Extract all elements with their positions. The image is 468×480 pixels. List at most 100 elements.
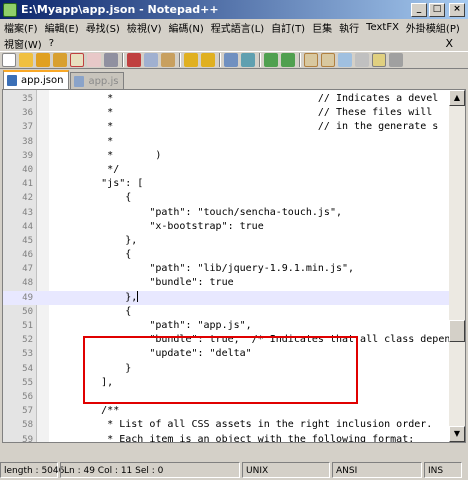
tab-app-js[interactable]: app.js <box>70 72 125 89</box>
line-number: 47 <box>22 264 33 275</box>
undo-icon[interactable] <box>184 53 198 67</box>
menu-textfx[interactable]: TextFX <box>366 22 399 33</box>
line-number: 54 <box>22 363 33 374</box>
line-number: 57 <box>22 406 33 417</box>
redo-icon[interactable] <box>201 53 215 67</box>
line-number: 43 <box>22 207 33 218</box>
line-text: { <box>53 249 132 261</box>
line-number: 48 <box>22 278 33 289</box>
scroll-down-arrow-icon[interactable]: ▼ <box>449 426 465 442</box>
line-number: 51 <box>22 321 33 331</box>
close-file-icon[interactable] <box>70 53 84 67</box>
line-number: 55 <box>22 377 33 388</box>
text-caret <box>137 291 139 303</box>
sync-scroll-v-icon[interactable] <box>304 53 318 67</box>
close-button[interactable]: × <box>449 2 465 17</box>
code-line: 37 * // in the generate s <box>3 120 449 134</box>
status-insert-mode: INS <box>424 462 462 478</box>
copy-icon[interactable] <box>144 53 158 67</box>
line-number: 46 <box>22 250 33 261</box>
toolbar-separator <box>179 53 181 67</box>
menu-macro[interactable]: 巨集 <box>312 20 332 35</box>
code-line: 47 "path": "lib/jquery-1.9.1.min.js", <box>3 262 449 276</box>
code-line: 59 * Each item is an object with the fol… <box>3 433 449 443</box>
menu-file[interactable]: 檔案(F) <box>4 20 38 35</box>
menu-window[interactable]: 視窗(W) <box>4 36 42 51</box>
code-line: 40 */ <box>3 163 449 177</box>
scrollbar-thumb[interactable] <box>449 320 465 342</box>
close-all-icon[interactable] <box>87 53 101 67</box>
code-line: 45 }, <box>3 234 449 248</box>
toolbar-separator <box>259 53 261 67</box>
zoom-out-icon[interactable] <box>281 53 295 67</box>
status-eol: UNIX <box>242 462 330 478</box>
menu-view[interactable]: 檢視(V) <box>127 20 162 35</box>
save-icon[interactable] <box>36 53 50 67</box>
line-number: 39 <box>22 150 33 161</box>
replace-icon[interactable] <box>241 53 255 67</box>
find-icon[interactable] <box>224 53 238 67</box>
toolbar <box>0 51 468 69</box>
line-number: 38 <box>22 136 33 147</box>
code-line: 36 * // These files will <box>3 106 449 120</box>
line-number: 41 <box>22 179 33 190</box>
menu-settings[interactable]: 自訂(T) <box>271 20 305 35</box>
record-macro-icon[interactable] <box>389 53 403 67</box>
line-number: 36 <box>22 108 33 119</box>
line-text: }, <box>53 291 139 305</box>
code-line: 39 * ) <box>3 149 449 163</box>
open-file-icon[interactable] <box>19 53 33 67</box>
line-number: 37 <box>22 122 33 133</box>
menu-run[interactable]: 執行 <box>339 20 359 35</box>
highlight-annotation-box <box>83 336 358 404</box>
toolbar-separator <box>219 53 221 67</box>
code-line: 43 "path": "touch/sencha-touch.js", <box>3 206 449 220</box>
line-text: "path": "lib/jquery-1.9.1.min.js", <box>53 263 355 275</box>
line-text: * // in the generate s <box>53 121 439 133</box>
paste-icon[interactable] <box>161 53 175 67</box>
vertical-scrollbar[interactable]: ▲ ▼ <box>449 90 465 442</box>
code-line: 44 "x-bootstrap": true <box>3 220 449 234</box>
line-text: */ <box>53 163 120 175</box>
sync-scroll-h-icon[interactable] <box>321 53 335 67</box>
code-line: 35 * // Indicates a devel <box>3 92 449 106</box>
code-line: 38 * <box>3 135 449 149</box>
print-icon[interactable] <box>104 53 118 67</box>
indent-guide-icon[interactable] <box>372 53 386 67</box>
maximize-button[interactable]: □ <box>429 2 445 17</box>
menu-language[interactable]: 程式語言(L) <box>211 20 264 35</box>
menu-search[interactable]: 尋找(S) <box>86 20 120 35</box>
cut-icon[interactable] <box>127 53 141 67</box>
minimize-button[interactable]: _ <box>411 2 427 17</box>
line-text: "x-bootstrap": true <box>53 220 264 232</box>
line-text: /** <box>53 405 120 417</box>
menu-plugins[interactable]: 外掛模組(P) <box>406 20 460 35</box>
line-text: * <box>53 135 114 147</box>
editor[interactable]: 35 * // Indicates a devel 36 * // These … <box>2 89 466 443</box>
code-line: 42 { <box>3 191 449 205</box>
line-number: 58 <box>22 420 33 431</box>
tab-app-json[interactable]: app.json <box>3 70 70 89</box>
new-file-icon[interactable] <box>2 53 16 67</box>
status-position: Ln : 49 Col : 11 Sel : 0 <box>60 462 240 478</box>
menu-edit[interactable]: 編輯(E) <box>45 20 79 35</box>
save-all-icon[interactable] <box>53 53 67 67</box>
line-number: 49 <box>22 292 33 303</box>
show-all-chars-icon[interactable] <box>355 53 369 67</box>
line-number: 35 <box>22 94 33 104</box>
zoom-in-icon[interactable] <box>264 53 278 67</box>
menu-encoding[interactable]: 編碼(N) <box>169 20 204 35</box>
code-line: 46 { <box>3 248 449 262</box>
close-document-button[interactable]: X <box>445 37 453 50</box>
menu-help[interactable]: ? <box>49 38 54 49</box>
toolbar-separator <box>299 53 301 67</box>
tab-label: app.js <box>88 75 119 87</box>
line-number: 53 <box>22 349 33 360</box>
line-number: 42 <box>22 193 33 204</box>
status-encoding: ANSI <box>332 462 422 478</box>
tab-bar: app.json app.js <box>0 70 468 89</box>
line-number: 40 <box>22 164 33 175</box>
scroll-up-arrow-icon[interactable]: ▲ <box>449 90 465 106</box>
word-wrap-icon[interactable] <box>338 53 352 67</box>
line-text: * List of all CSS assets in the right in… <box>53 419 433 431</box>
